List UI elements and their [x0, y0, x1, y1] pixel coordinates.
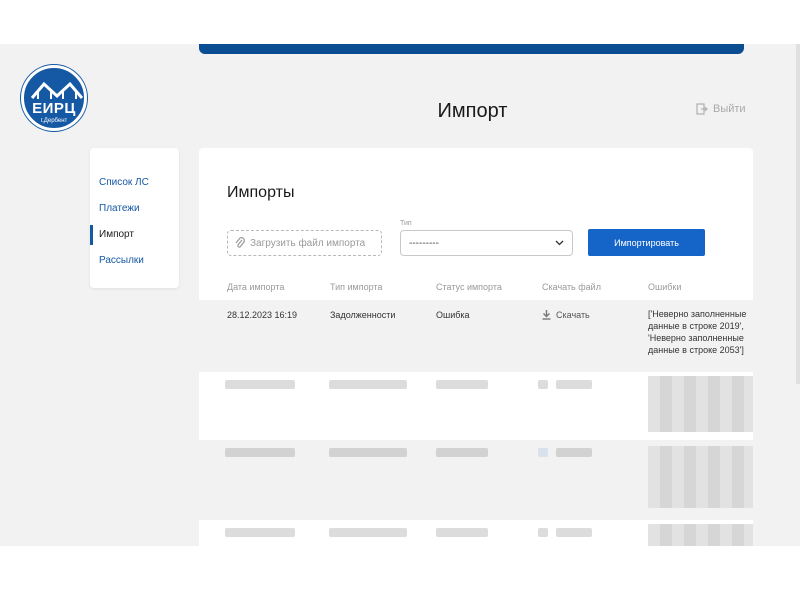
redacted-cell [648, 376, 753, 432]
scrollbar[interactable] [796, 44, 800, 384]
column-header-date: Дата импорта [227, 282, 285, 292]
table-row-redacted [199, 440, 753, 520]
app-background: ЕИРЦ г.Дербент Импорт Выйти Список ЛС Пл… [0, 44, 800, 546]
table-row: 28.12.2023 16:19 Задолженности Ошибка Ск… [199, 300, 753, 372]
top-bar [199, 44, 744, 54]
redacted-cell [329, 448, 407, 457]
redacted-cell [538, 448, 548, 457]
column-header-type: Тип импорта [330, 282, 383, 292]
redacted-cell [538, 380, 548, 389]
type-label: Тип [400, 220, 412, 227]
redacted-cell [436, 528, 488, 537]
redacted-cell [538, 528, 548, 537]
import-button[interactable]: Импортировать [588, 229, 705, 256]
logo-subtitle: г.Дербент [40, 118, 68, 124]
logout-button[interactable]: Выйти [696, 103, 746, 115]
sidebar-item-mailings[interactable]: Рассылки [90, 248, 179, 274]
download-icon [542, 310, 551, 320]
logout-label: Выйти [713, 103, 746, 115]
upload-file-button[interactable]: Загрузить файл импорта [227, 230, 382, 256]
sidebar-item-import[interactable]: Импорт [90, 222, 179, 248]
upload-file-label: Загрузить файл импорта [250, 237, 366, 249]
column-header-download: Скачать файл [542, 282, 601, 292]
redacted-cell [225, 448, 295, 457]
redacted-cell [556, 528, 592, 537]
import-status: Ошибка [436, 310, 470, 320]
logo[interactable]: ЕИРЦ г.Дербент [21, 65, 87, 131]
redacted-cell [225, 380, 295, 389]
logout-icon [696, 103, 708, 115]
redacted-cell [225, 528, 295, 537]
redacted-cell [329, 528, 407, 537]
redacted-cell [648, 524, 753, 546]
download-link[interactable]: Скачать [542, 309, 590, 321]
page-title: Импорт [437, 100, 508, 122]
type-select[interactable]: --------- [400, 230, 573, 256]
logo-title: ЕИРЦ [32, 100, 76, 117]
sidebar: Список ЛС Платежи Импорт Рассылки [90, 148, 179, 288]
imports-title: Импорты [227, 184, 295, 201]
redacted-cell [436, 448, 488, 457]
import-date: 28.12.2023 16:19 [227, 310, 298, 320]
table-row-redacted [199, 520, 753, 546]
redacted-cell [329, 380, 407, 389]
column-header-status: Статус импорта [436, 282, 502, 292]
redacted-cell [556, 448, 592, 457]
table-row-redacted [199, 372, 753, 440]
import-errors: ['Неверно заполненные данные в строке 20… [648, 309, 747, 355]
chevron-down-icon [555, 240, 564, 246]
sidebar-item-accounts[interactable]: Список ЛС [90, 170, 179, 196]
import-type: Задолженности [330, 310, 396, 320]
redacted-cell [648, 446, 753, 508]
column-header-errors: Ошибки [648, 282, 682, 292]
sidebar-item-payments[interactable]: Платежи [90, 196, 179, 222]
redacted-cell [436, 380, 488, 389]
download-label: Скачать [556, 310, 590, 320]
redacted-cell [556, 380, 592, 389]
type-select-value: --------- [409, 237, 439, 249]
imports-card: Импорты Загрузить файл импорта Тип -----… [199, 148, 753, 546]
paperclip-icon [235, 237, 245, 248]
